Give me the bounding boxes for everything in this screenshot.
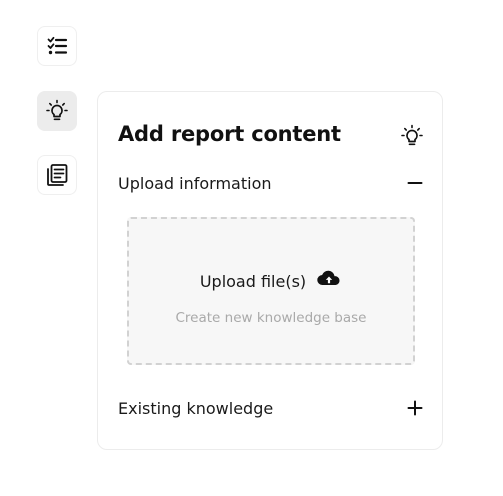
upload-information-header[interactable]: Upload information xyxy=(118,170,424,196)
checklist-icon xyxy=(46,35,68,57)
rail-checklist-button[interactable] xyxy=(37,26,77,66)
rail-documents-button[interactable] xyxy=(37,155,77,195)
existing-knowledge-header[interactable]: Existing knowledge xyxy=(118,395,424,421)
lightbulb-icon[interactable] xyxy=(400,124,424,148)
lightbulb-icon xyxy=(45,99,69,123)
upload-information-label: Upload information xyxy=(118,173,272,193)
plus-icon[interactable] xyxy=(406,399,424,417)
file-dropzone[interactable]: Upload file(s) Create new knowledge base xyxy=(127,217,415,365)
add-report-content-panel: Add report content Upload information Up… xyxy=(97,91,443,450)
create-knowledge-base-label: Create new knowledge base xyxy=(175,310,367,326)
minus-icon[interactable] xyxy=(406,174,424,192)
cloud-upload-icon xyxy=(316,269,342,293)
rail-ideas-button[interactable] xyxy=(37,91,77,131)
document-stack-icon xyxy=(45,163,69,187)
existing-knowledge-label: Existing knowledge xyxy=(118,398,274,418)
upload-files-label: Upload file(s) xyxy=(199,271,307,291)
panel-title: Add report content xyxy=(118,122,341,146)
